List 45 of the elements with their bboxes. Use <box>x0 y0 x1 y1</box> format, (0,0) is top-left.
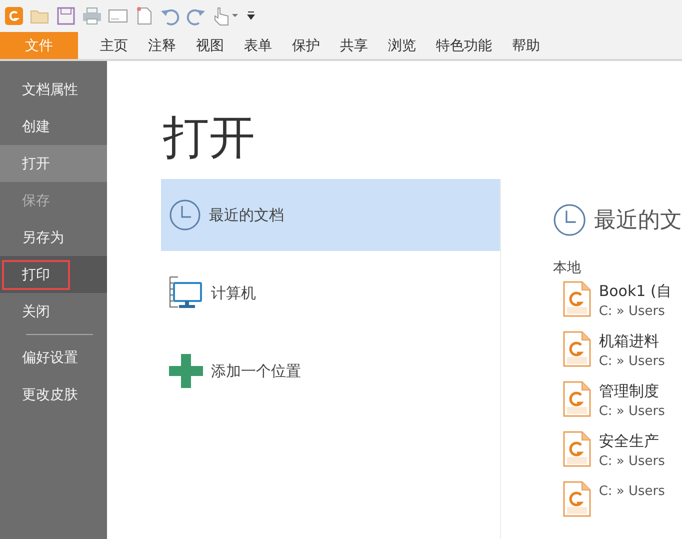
file-name[interactable]: 安全生产 <box>598 431 665 451</box>
pdf-file-icon <box>562 381 591 417</box>
pdf-file-icon <box>562 431 591 467</box>
location-item[interactable]: 添加一个位置 <box>161 335 500 407</box>
menu-tab[interactable]: 视图 <box>186 32 234 59</box>
menu-tab[interactable]: 特色功能 <box>426 32 502 59</box>
menu-tab[interactable]: 注释 <box>138 32 186 59</box>
menu-tab[interactable]: 主页 <box>90 32 138 59</box>
file-name[interactable]: 机箱进料 <box>598 331 665 351</box>
menu-tab[interactable]: 帮助 <box>502 32 550 59</box>
file-path: C: » Users <box>598 483 665 501</box>
sidebar-item[interactable]: 更改皮肤 <box>0 376 107 413</box>
menu-tab[interactable]: 表单 <box>234 32 282 59</box>
page-title: 打开 <box>163 109 256 165</box>
menu-tab[interactable]: 共享 <box>330 32 378 59</box>
pdf-file-icon <box>562 331 591 367</box>
sidebar-item[interactable]: 另存为 <box>0 219 107 256</box>
pdf-file-icon <box>562 281 591 317</box>
group-label: 本地 <box>552 259 582 277</box>
sidebar-item[interactable]: 关闭 <box>0 293 107 330</box>
hand-icon[interactable] <box>212 6 240 26</box>
file-path: C: » Users <box>598 403 665 421</box>
file-name[interactable]: 管理制度 <box>598 381 665 401</box>
pdf-file-icon <box>562 481 591 517</box>
plus-icon <box>169 354 203 388</box>
computer-icon <box>169 275 203 311</box>
sidebar-item[interactable]: 偏好设置 <box>0 339 107 376</box>
clock-icon <box>169 199 201 231</box>
file-name[interactable]: Book1 (自 <box>598 281 672 301</box>
file-path: C: » Users <box>598 353 665 371</box>
save-icon[interactable] <box>56 6 76 26</box>
section-heading: 最近的文 <box>594 207 682 235</box>
file-path: C: » Users <box>598 453 665 471</box>
menu-tab[interactable]: 浏览 <box>378 32 426 59</box>
location-item[interactable]: 计算机 <box>161 257 500 329</box>
file-path: C: » Users <box>598 303 666 321</box>
location-item[interactable]: 最近的文档 <box>161 179 500 251</box>
menu-tab[interactable]: 保护 <box>282 32 330 59</box>
sidebar-item[interactable]: 文档属性 <box>0 71 107 108</box>
app-logo-icon[interactable] <box>4 6 24 26</box>
sidebar-item[interactable]: 创建 <box>0 108 107 145</box>
sidebar-item[interactable]: 打印 <box>0 256 107 293</box>
new-page-icon[interactable] <box>134 6 154 26</box>
clock-icon <box>552 203 586 237</box>
print-icon[interactable] <box>82 6 102 26</box>
